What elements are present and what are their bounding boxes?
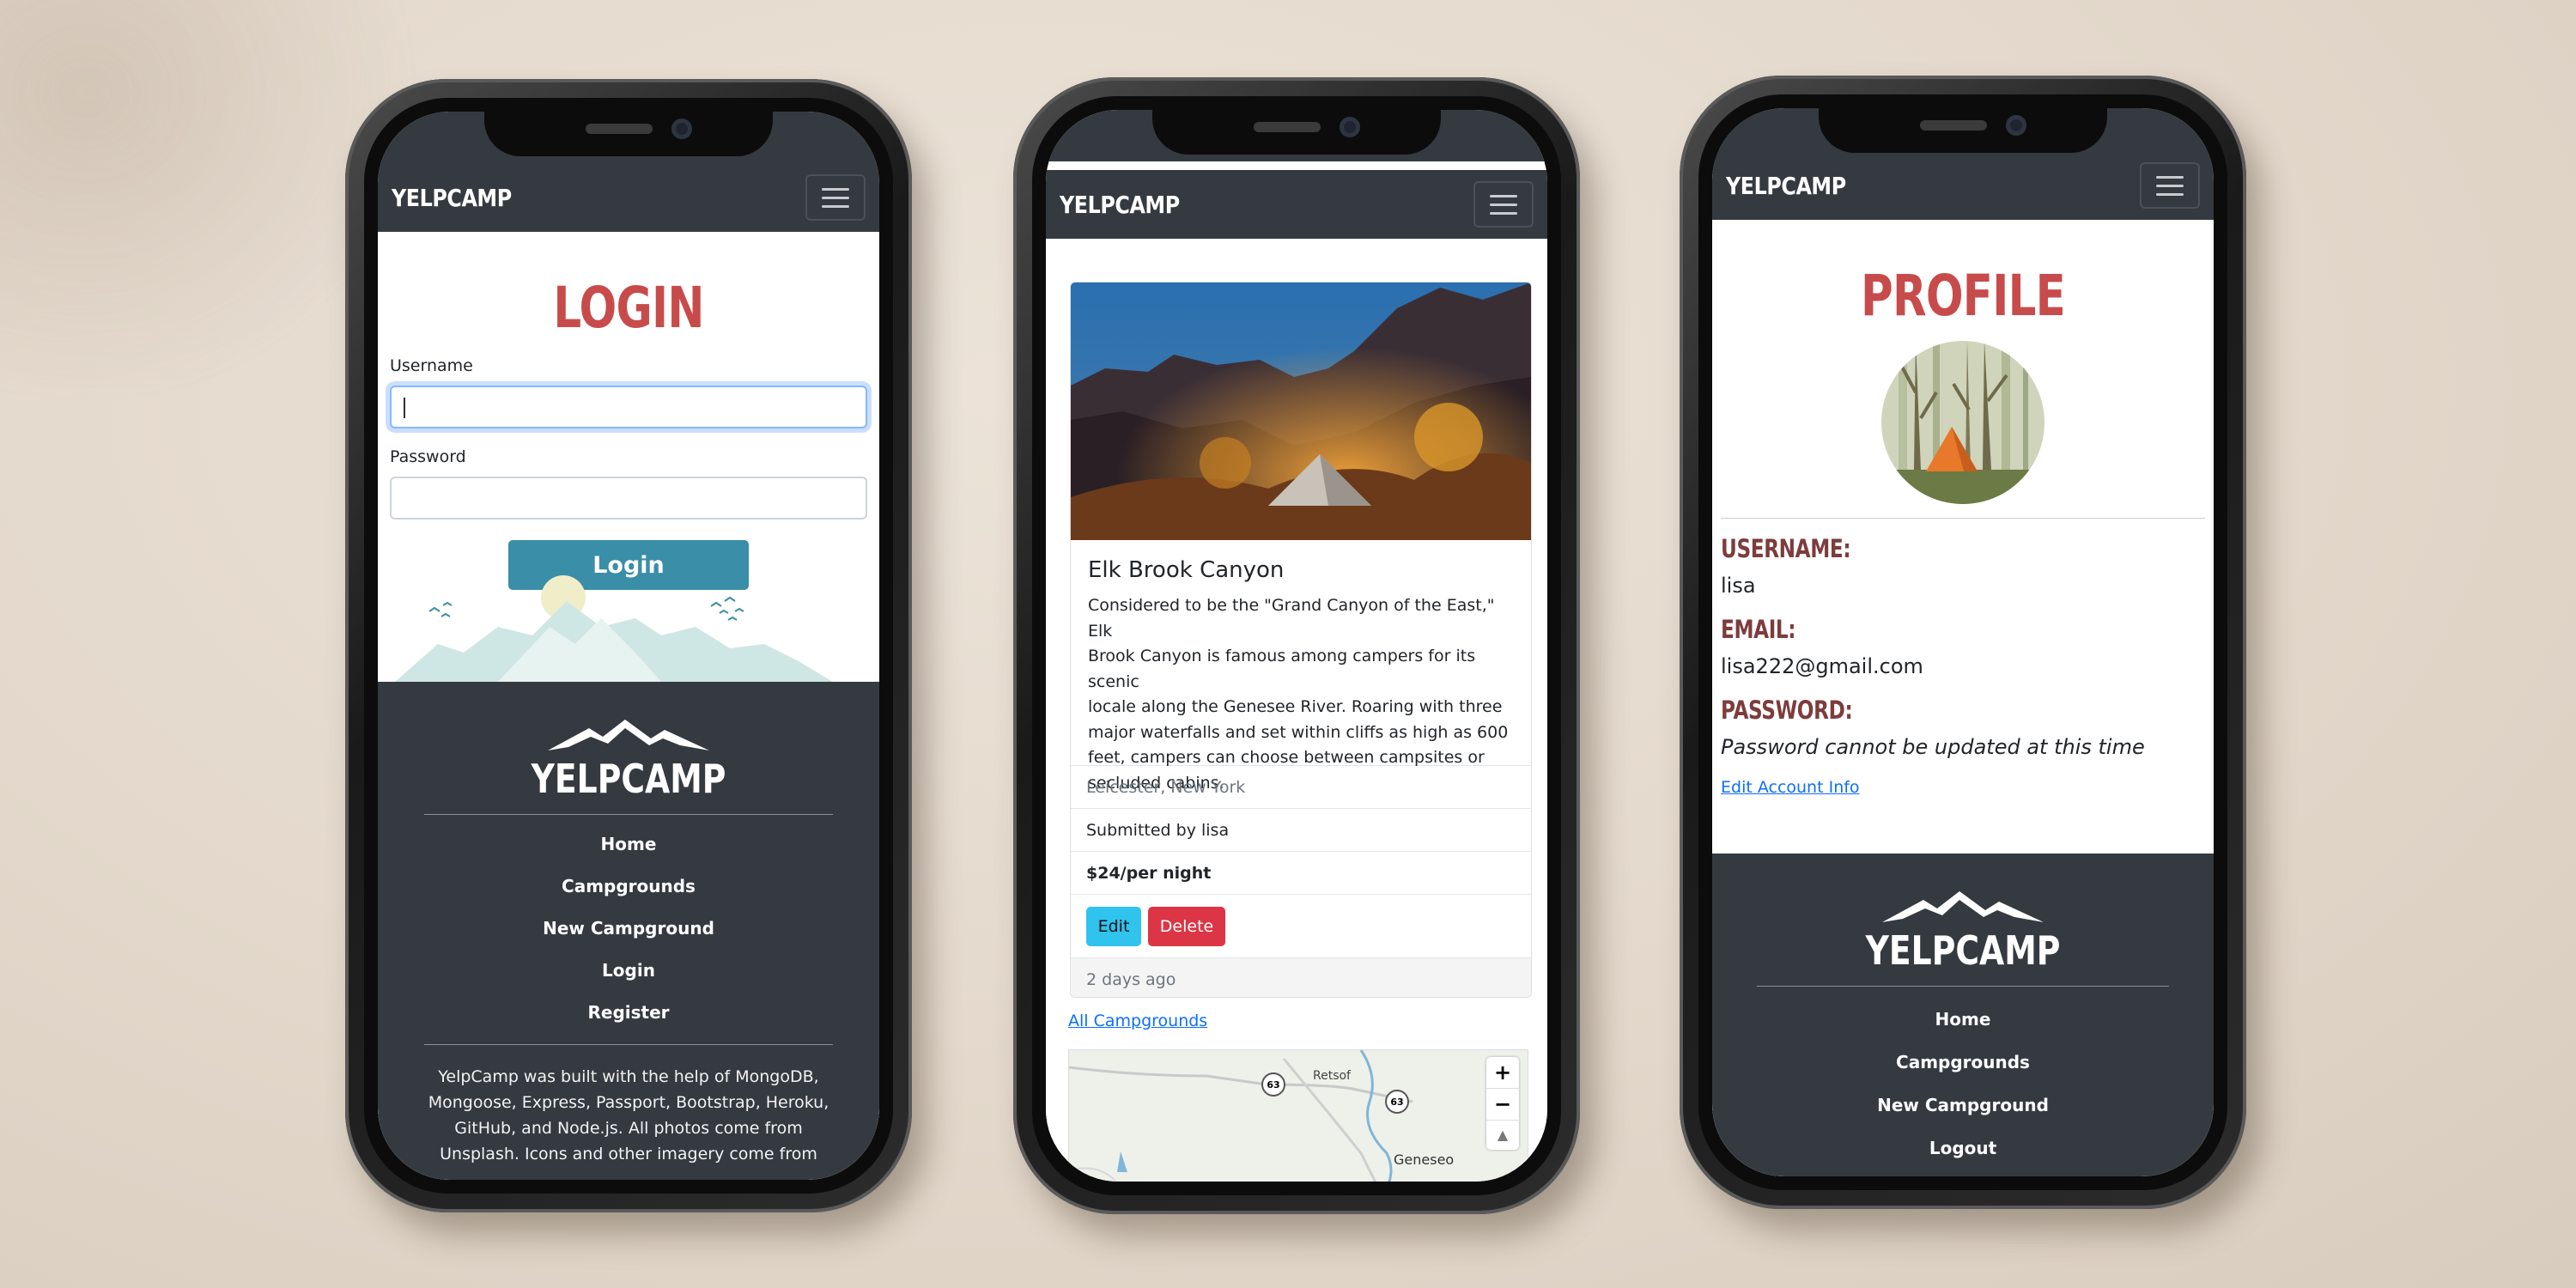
footer-link-campgrounds[interactable]: Campgrounds	[378, 876, 879, 918]
footer-nav: Home Campgrounds New Campground Login Re…	[378, 834, 879, 1044]
email-value: lisa222@gmail.com	[1721, 654, 1923, 678]
description-line: Considered to be the "Grand Canyon of th…	[1088, 596, 1495, 641]
front-camera	[1340, 117, 1360, 137]
username-value: lisa	[1721, 574, 1756, 598]
phone-login: YELPCAMP LOGIN Username Password Login Y…	[345, 79, 912, 1212]
campground-description: Considered to be the "Grand Canyon of th…	[1071, 583, 1531, 793]
all-campgrounds-link[interactable]: All Campgrounds	[1068, 1012, 1207, 1030]
campground-map[interactable]: 63 63 Retsof Geneseo + − ▲	[1068, 1049, 1528, 1182]
profile-content: PROFILE USERNAME: lisa EMAIL: lisa222@gm…	[1712, 220, 2214, 1176]
profile-avatar	[1881, 341, 2044, 504]
campground-price: $24/per night	[1071, 851, 1531, 894]
campground-content: Elk Brook Canyon Considered to be the "G…	[1046, 239, 1547, 1182]
front-camera	[671, 118, 692, 139]
phone-campground: YELPCAMP Elk Brook Canyon Considered to …	[1013, 77, 1580, 1214]
campground-card: Elk Brook Canyon Considered to be the "G…	[1070, 282, 1532, 998]
map-zoom-controls: + − ▲	[1486, 1057, 1519, 1150]
footer-link-new-campground[interactable]: New Campground	[378, 918, 879, 960]
route-marker: 63	[1385, 1090, 1409, 1114]
footer-link-home[interactable]: Home	[1712, 1009, 2214, 1052]
footer: YELPCAMP Home Campgrounds New Campground…	[1712, 854, 2214, 1176]
map-place-label: Geneseo	[1394, 1151, 1455, 1168]
edit-button[interactable]: Edit	[1086, 906, 1141, 946]
login-content: LOGIN Username Password Login YELPCAMP H…	[378, 232, 879, 1180]
navbar: YELPCAMP	[1712, 151, 2214, 220]
footer: YELPCAMP Home Campgrounds New Campground…	[378, 682, 879, 1180]
map-roads	[1069, 1050, 1413, 1182]
footer-credits-line: Mongoose, Express, Passport, Bootstrap, …	[428, 1093, 829, 1112]
campground-author: Submitted by lisa	[1071, 808, 1531, 851]
zoom-out-icon[interactable]: −	[1486, 1088, 1519, 1120]
hamburger-menu-icon[interactable]	[2140, 162, 2200, 209]
speaker	[1254, 122, 1321, 132]
phone-notch	[1152, 110, 1441, 155]
page-title: PROFILE	[1861, 263, 2066, 329]
speaker	[1920, 120, 1987, 131]
password-field[interactable]	[390, 477, 867, 519]
footer-divider-2	[424, 1044, 833, 1045]
phone-bezel: YELPCAMP Elk Brook Canyon Considered to …	[1032, 96, 1561, 1195]
phone-bezel: YELPCAMP LOGIN Username Password Login Y…	[364, 98, 893, 1194]
navbar: YELPCAMP	[1046, 170, 1547, 239]
text-cursor	[404, 398, 405, 418]
card-actions: Edit Delete	[1071, 894, 1531, 957]
footer-link-login[interactable]: Login	[378, 960, 879, 1002]
footer-brand: YELPCAMP	[1865, 927, 2061, 974]
profile-screen: YELPCAMP PROFILE USERNAME: lisa EMAIL: l…	[1712, 108, 2214, 1176]
description-line: feet, campers can choose between campsit…	[1088, 748, 1485, 767]
profile-details: USERNAME: lisa EMAIL: lisa222@gmail.com …	[1712, 534, 2214, 797]
phone-bezel: YELPCAMP PROFILE USERNAME: lisa EMAIL: l…	[1698, 94, 2227, 1190]
password-label: PASSWORD:	[1721, 696, 1853, 725]
map-place-label: Retsof	[1313, 1069, 1351, 1083]
hamburger-menu-icon[interactable]	[805, 174, 866, 221]
description-line: Brook Canyon is famous among campers for…	[1088, 647, 1476, 691]
footer-divider	[424, 814, 833, 815]
footer-link-new-campground[interactable]: New Campground	[1712, 1095, 2214, 1138]
footer-divider	[1757, 986, 2169, 987]
password-value: Password cannot be updated at this time	[1721, 735, 2145, 759]
username-label: USERNAME:	[1721, 534, 1851, 563]
hamburger-menu-icon[interactable]	[1473, 181, 1534, 228]
footer-credits-line: Unsplash. Icons and other imagery come f…	[440, 1145, 817, 1163]
footer-credits: YelpCamp was built with the help of Mong…	[378, 1064, 879, 1167]
navbar: YELPCAMP	[378, 163, 879, 232]
speaker	[586, 124, 653, 134]
yelpcamp-mountain-logo-icon	[1882, 891, 2044, 922]
mountain-illustration	[395, 575, 833, 682]
phone-notch	[1819, 108, 2107, 153]
compass-icon[interactable]: ▲	[1486, 1120, 1519, 1150]
route-marker: 63	[1261, 1072, 1285, 1097]
footer-brand: YELPCAMP	[531, 756, 726, 802]
footer-nav: Home Campgrounds New Campground Logout	[1712, 1009, 2214, 1176]
card-footer-time: 2 days ago	[1071, 957, 1531, 997]
navbar-brand[interactable]: YELPCAMP	[1726, 172, 1846, 200]
email-label: EMAIL:	[1721, 615, 1796, 644]
footer-link-home[interactable]: Home	[378, 834, 879, 876]
navbar-brand[interactable]: YELPCAMP	[392, 184, 512, 212]
footer-credits-line: YelpCamp was built with the help of Mong…	[438, 1067, 819, 1086]
front-camera	[2006, 115, 2026, 136]
yelpcamp-mountain-logo-icon	[548, 720, 709, 750]
password-label: Password	[390, 447, 466, 466]
zoom-in-icon[interactable]: +	[1486, 1057, 1519, 1088]
description-line: major waterfalls and set within cliffs a…	[1088, 722, 1509, 742]
navbar-brand[interactable]: YELPCAMP	[1060, 191, 1180, 219]
username-field[interactable]	[390, 386, 867, 428]
campground-photo	[1071, 283, 1531, 540]
delete-button[interactable]: Delete	[1148, 906, 1225, 946]
campground-title: Elk Brook Canyon	[1088, 557, 1285, 583]
profile-divider	[1721, 518, 2205, 519]
page-title: LOGIN	[553, 275, 704, 341]
edit-account-link[interactable]: Edit Account Info	[1721, 778, 1860, 797]
footer-credits-line: GitHub, and Node.js. All photos come fro…	[454, 1119, 803, 1138]
footer-link-register[interactable]: Register	[378, 1002, 879, 1044]
username-label: Username	[390, 356, 473, 375]
campground-screen: YELPCAMP Elk Brook Canyon Considered to …	[1046, 110, 1547, 1182]
footer-link-campgrounds[interactable]: Campgrounds	[1712, 1052, 2214, 1095]
phone-notch	[484, 112, 773, 156]
footer-link-logout[interactable]: Logout	[1712, 1138, 2214, 1176]
login-screen: YELPCAMP LOGIN Username Password Login Y…	[378, 112, 879, 1180]
phone-profile: YELPCAMP PROFILE USERNAME: lisa EMAIL: l…	[1680, 76, 2246, 1209]
description-line: locale along the Genesee River. Roaring …	[1088, 697, 1503, 716]
